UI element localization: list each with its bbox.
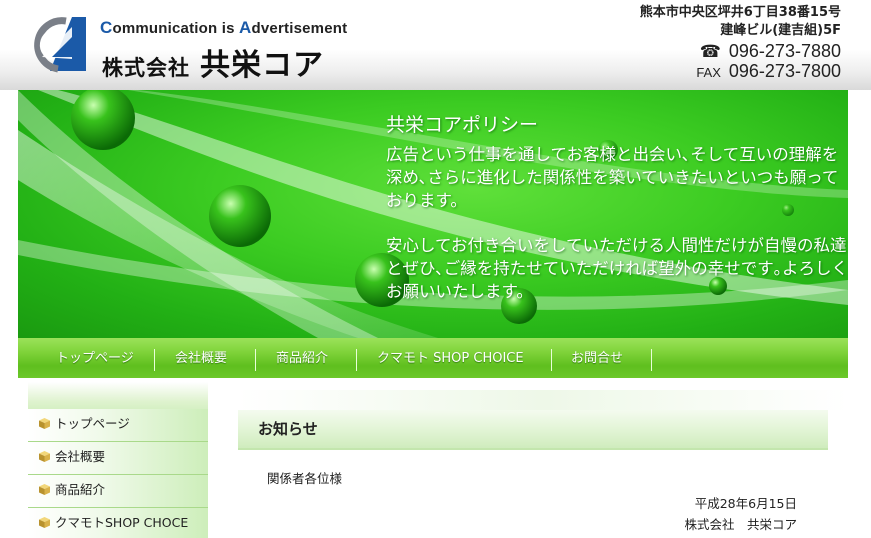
- tagline: Communication is Advertisement: [100, 18, 347, 38]
- cube-bullet-icon: [39, 516, 50, 528]
- company-type: 株式会社: [102, 56, 190, 80]
- notice-header-bar: [238, 410, 828, 450]
- phone-value: 096-273-7880: [728, 41, 841, 61]
- phone-number: ☎ 096-273-7880: [700, 41, 841, 62]
- nav-separator: [356, 349, 357, 371]
- tagline-end: dvertisement: [251, 20, 348, 37]
- cube-bullet-icon: [39, 450, 50, 462]
- site-header: Communication is Advertisement 株式会社 共栄コア …: [0, 0, 871, 90]
- company-brand: 共栄コア: [200, 48, 324, 83]
- notice-signature: 株式会社 共栄コア: [684, 517, 797, 532]
- address-line-1: 熊本市中央区坪井6丁目38番15号: [639, 5, 841, 20]
- notice-greeting: 関係者各位様: [267, 471, 343, 486]
- tagline-mid: ommunication is: [112, 20, 240, 37]
- nav-separator: [154, 349, 155, 371]
- tagline-c: C: [100, 18, 113, 37]
- fax-value: 096-273-7800: [728, 61, 841, 81]
- cube-bullet-icon: [39, 417, 50, 429]
- notice-title: お知らせ: [258, 420, 318, 438]
- hero-banner: 共栄コアポリシー 広告という仕事を通してお客様と出会い､そして互いの理解を深め､…: [18, 90, 848, 338]
- sidebar-item-label: 商品紹介: [55, 482, 106, 497]
- nav-item-contact[interactable]: お問合せ: [571, 338, 623, 378]
- sidebar-item-label: クマモトSHOP CHOCE: [55, 515, 189, 530]
- notice-date: 平成28年6月15日: [694, 496, 797, 511]
- cube-bullet-icon: [39, 483, 50, 495]
- policy-block: 共栄コアポリシー 広告という仕事を通してお客様と出会い､そして互いの理解を深め､…: [386, 110, 848, 303]
- nav-separator: [255, 349, 256, 371]
- main-nav: トップページ 会社概要 商品紹介 クマモト SHOP CHOICE お問合せ: [18, 338, 848, 378]
- company-logo-icon[interactable]: [28, 13, 94, 75]
- sidebar-item-label: 会社概要: [55, 449, 106, 464]
- sidebar-item-top[interactable]: トップページ: [28, 409, 208, 442]
- sidebar-item-company[interactable]: 会社概要: [28, 442, 208, 475]
- sidebar-item-label: トップページ: [55, 416, 130, 431]
- sidebar-item-products[interactable]: 商品紹介: [28, 475, 208, 508]
- nav-separator: [651, 349, 652, 371]
- sidebar-item-shop-choice[interactable]: クマモトSHOP CHOCE: [28, 508, 208, 538]
- telephone-icon: ☎: [699, 42, 721, 61]
- fax-number: FAX 096-273-7800: [696, 61, 841, 82]
- policy-paragraph-2: 安心してお付き合いをしていただける人間性だけが自慢の私達とぜひ､ご縁を持たせてい…: [386, 236, 848, 301]
- address: 熊本市中央区坪井6丁目38番15号 建峰ビル(建吉組)5F: [640, 4, 841, 40]
- policy-paragraph-1: 広告という仕事を通してお客様と出会い､そして互いの理解を深め､さらに進化した関係…: [386, 145, 839, 210]
- nav-item-products[interactable]: 商品紹介: [276, 338, 328, 378]
- tagline-a: A: [239, 18, 252, 37]
- fax-label: FAX: [696, 65, 721, 80]
- policy-title: 共栄コアポリシー: [386, 114, 539, 136]
- nav-separator: [551, 349, 552, 371]
- nav-item-company[interactable]: 会社概要: [175, 338, 227, 378]
- nav-item-shop-choice[interactable]: クマモト SHOP CHOICE: [377, 338, 524, 378]
- nav-item-top[interactable]: トップページ: [56, 338, 134, 378]
- company-name: 株式会社 共栄コア: [102, 40, 324, 84]
- content-top-fade: [238, 390, 848, 410]
- address-line-2: 建峰ビル(建吉組)5F: [720, 23, 841, 38]
